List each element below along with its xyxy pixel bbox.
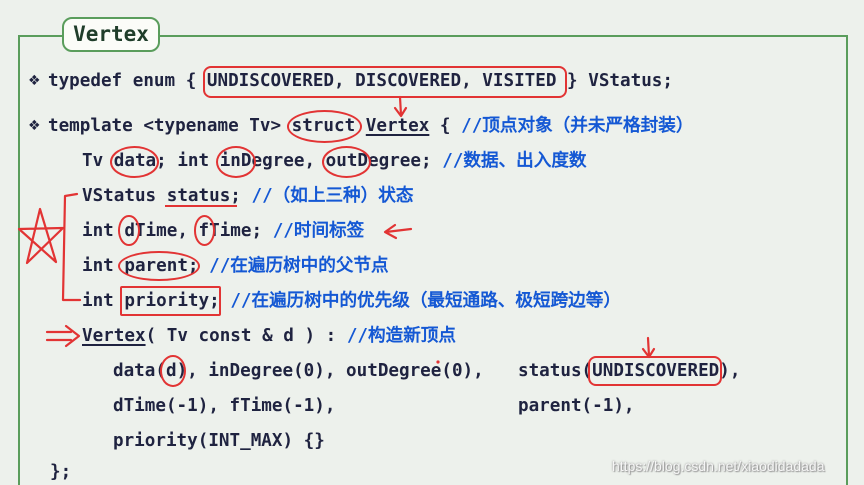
code-line-init-b-right: parent(-1),: [518, 394, 635, 418]
code-comment: //数据、出入度数: [442, 151, 587, 171]
code-comment: //时间标签: [272, 221, 365, 241]
code-comment: //（如上三种）状态: [251, 186, 414, 206]
code-comment: //在遍历树中的父节点: [209, 256, 389, 276]
code-text: int: [82, 221, 125, 241]
code-comment: //顶点对象（并未严格封装）: [461, 116, 694, 136]
code-text: };: [50, 462, 72, 482]
code-text: } VStatus;: [556, 71, 673, 91]
code-text: parent(-1),: [518, 396, 635, 416]
code-text: ),: [719, 361, 741, 381]
code-text: status(: [518, 361, 593, 381]
priority-field-boxed: priority;: [120, 286, 222, 316]
code-text: priority(INT_MAX) {}: [113, 431, 325, 451]
code-line-priority: int priority; //在遍历树中的优先级（最短通路、极短跨边等）: [82, 286, 621, 316]
code-line-status: VStatus status; //（如上三种）状态: [82, 184, 413, 208]
data-field-circled: data: [109, 146, 160, 178]
lecture-slide: Vertex typedef enum { UNDISCOVERED, DISC…: [0, 0, 864, 485]
code-text: Time,: [134, 221, 199, 241]
code-text: int: [82, 291, 125, 311]
code-line-constructor: Vertex ( Tv const & d ) : //构造新顶点: [82, 324, 456, 348]
parent-field-circled: parent;: [118, 251, 200, 281]
code-text: egree;: [368, 151, 443, 171]
slide-title: Vertex: [73, 22, 149, 46]
code-text: ; int: [156, 151, 220, 171]
code-line-init-a-right: status( UNDISCOVERED ),: [518, 356, 741, 386]
code-line-parent: int parent; //在遍历树中的父节点: [82, 251, 389, 281]
code-line-template: template <typename Tv> struct Vertex { /…: [48, 110, 694, 143]
code-line-time: int d Time, f Time; //时间标签: [82, 215, 365, 246]
code-text: typedef enum {: [48, 71, 207, 91]
status-field-underlined: status;: [164, 186, 241, 207]
code-line-init-b: dTime(-1), fTime(-1),: [113, 394, 335, 418]
code-text: Time;: [209, 221, 273, 241]
code-text: Tv: [82, 151, 114, 171]
code-line-typedef: typedef enum { UNDISCOVERED, DISCOVERED,…: [48, 66, 673, 98]
undiscovered-value-boxed: UNDISCOVERED: [588, 356, 723, 386]
d-argument-circled: d: [160, 355, 185, 387]
constructor-name-underlined: Vertex: [82, 326, 146, 346]
code-comment: //构造新顶点: [346, 326, 456, 346]
code-text: egree,: [251, 151, 326, 171]
code-line-init-c: priority(INT_MAX) {}: [113, 429, 325, 453]
code-line-close: };: [50, 460, 71, 484]
code-line-fields: Tv data ; int inD egree, outD egree; //数…: [82, 146, 587, 178]
title-box: Vertex: [62, 17, 160, 52]
d-prefix-circled: d: [118, 215, 140, 246]
code-line-init-a: data( d ), inDegree(0), outDegree(0),: [113, 355, 484, 387]
diamond-bullet-icon: [28, 114, 44, 138]
code-text: template <typename Tv>: [48, 116, 292, 136]
in-prefix-circled: inD: [215, 146, 256, 178]
enum-values-highlight: UNDISCOVERED, DISCOVERED, VISITED: [202, 66, 568, 98]
code-text: data(: [113, 361, 166, 381]
code-comment: //在遍历树中的优先级（最短通路、极短跨边等）: [230, 291, 621, 311]
code-text: {: [429, 116, 462, 136]
code-text: ( Tv const & d ) :: [145, 326, 347, 346]
struct-keyword-circled: struct: [286, 110, 362, 143]
vertex-name-underlined: Vertex: [365, 116, 430, 136]
code-text: ), inDegree(0), outDegree(0),: [176, 361, 484, 381]
watermark: https://blog.csdn.net/xiaodidadada: [612, 458, 825, 474]
code-text: VStatus: [82, 186, 167, 206]
code-text: dTime(-1), fTime(-1),: [113, 396, 336, 416]
code-text: int: [82, 256, 125, 276]
f-prefix-circled: f: [193, 215, 215, 246]
diamond-bullet-icon: [28, 69, 44, 93]
out-prefix-circled: outD: [321, 146, 372, 178]
